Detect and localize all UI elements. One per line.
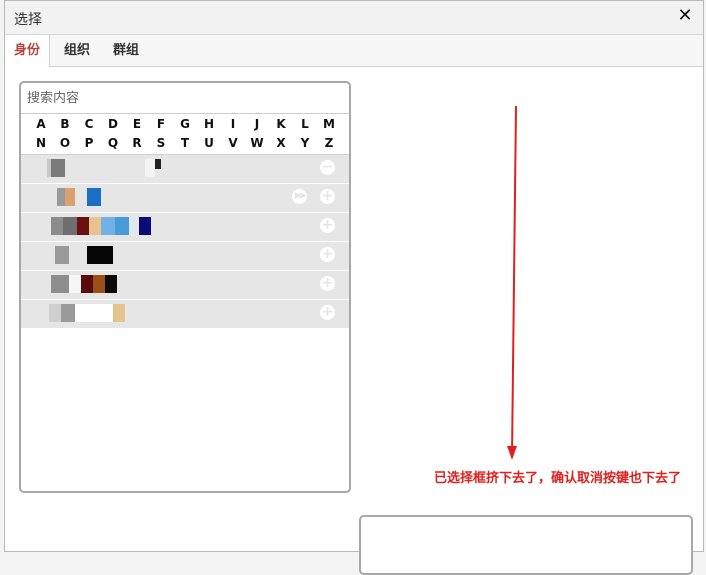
tab-group[interactable]: 群组	[104, 35, 148, 66]
redacted-label	[47, 159, 161, 177]
letter-b[interactable]: B	[53, 115, 77, 134]
plus-circle-icon[interactable]: +	[320, 189, 335, 204]
redacted-label	[51, 275, 117, 293]
tree-row-1[interactable]: ▶▶ +	[21, 184, 349, 213]
tree-row-root[interactable]: −	[21, 155, 349, 184]
minus-circle-icon[interactable]: −	[320, 160, 335, 175]
letter-w[interactable]: W	[245, 134, 269, 153]
tree-row-5[interactable]: +	[21, 300, 349, 329]
redacted-label	[57, 188, 109, 206]
letter-d[interactable]: D	[101, 115, 125, 134]
letter-u[interactable]: U	[197, 134, 221, 153]
letter-v[interactable]: V	[221, 134, 245, 153]
tree-row-2[interactable]: +	[21, 213, 349, 242]
letter-c[interactable]: C	[77, 115, 101, 134]
fast-forward-icon[interactable]: ▶▶	[292, 189, 307, 204]
letter-m[interactable]: M	[317, 115, 341, 134]
red-arrow-annotation	[507, 105, 517, 460]
tree-row-3[interactable]: +	[21, 242, 349, 271]
tab-bar: 身份 组织 群组	[5, 35, 703, 67]
letter-p[interactable]: P	[77, 134, 101, 153]
annotation-note: 已选择框挤下去了，确认取消按键也下去了	[434, 471, 682, 486]
letter-q[interactable]: Q	[101, 134, 125, 153]
letter-y[interactable]: Y	[293, 134, 317, 153]
close-icon[interactable]: ✕	[675, 6, 695, 26]
tab-organization[interactable]: 组织	[55, 35, 99, 66]
plus-circle-icon[interactable]: +	[320, 247, 335, 262]
search-box	[21, 83, 349, 114]
letter-e[interactable]: E	[125, 115, 149, 134]
redacted-label	[51, 217, 157, 235]
letter-x[interactable]: X	[269, 134, 293, 153]
letter-z[interactable]: Z	[317, 134, 341, 153]
dialog-title: 选择	[14, 12, 42, 28]
alphabet-index: A B C D E F G H I J K L M N O P Q R S T …	[21, 114, 349, 155]
letter-s[interactable]: S	[149, 134, 173, 153]
dialog-titlebar: 选择 ✕	[5, 1, 703, 35]
search-input[interactable]	[21, 83, 349, 113]
redacted-label	[49, 304, 131, 322]
tree-row-4[interactable]: +	[21, 271, 349, 300]
tab-identity[interactable]: 身份	[5, 35, 51, 67]
plus-circle-icon[interactable]: +	[320, 305, 335, 320]
letter-f[interactable]: F	[149, 115, 173, 134]
letter-o[interactable]: O	[53, 134, 77, 153]
selection-list-panel: A B C D E F G H I J K L M N O P Q R S T …	[19, 81, 351, 493]
selected-items-box	[359, 515, 693, 575]
letter-l[interactable]: L	[293, 115, 317, 134]
plus-circle-icon[interactable]: +	[320, 276, 335, 291]
letter-r[interactable]: R	[125, 134, 149, 153]
letter-k[interactable]: K	[269, 115, 293, 134]
letter-g[interactable]: G	[173, 115, 197, 134]
letter-t[interactable]: T	[173, 134, 197, 153]
letter-h[interactable]: H	[197, 115, 221, 134]
letter-a[interactable]: A	[29, 115, 53, 134]
plus-circle-icon[interactable]: +	[320, 218, 335, 233]
letter-j[interactable]: J	[245, 115, 269, 134]
redacted-label	[55, 246, 113, 264]
letter-n[interactable]: N	[29, 134, 53, 153]
tree-list: − ▶▶ + + + + +	[21, 155, 349, 329]
letter-i[interactable]: I	[221, 115, 245, 134]
